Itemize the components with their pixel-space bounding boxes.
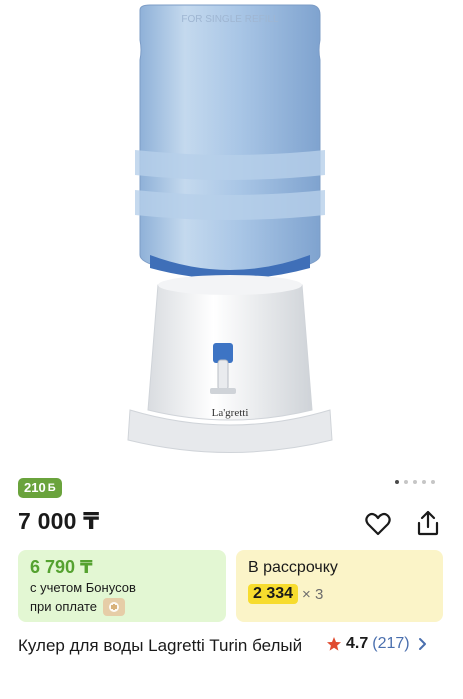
product-image[interactable]: FOR SINGLE REFILL La'gretti [0,0,463,470]
gallery-dot [431,480,435,484]
bonus-currency: Б [47,482,56,494]
favorite-button[interactable] [364,511,392,537]
rating-value: 4.7 [346,635,369,652]
bonus-note-line1: с учетом Бонусов [30,580,136,595]
star-icon [327,637,341,651]
installment-multiplier: × 3 [302,585,324,603]
rating-link[interactable]: 4.7 (217) [326,635,428,653]
product-price: 7 000 ₸ [18,508,100,534]
bonus-note-line2: при оплате [30,599,97,614]
share-button[interactable] [414,509,442,537]
brand-logo: La'gretti [212,407,249,419]
product-title: Кулер для воды Lagretti Turin белый [18,636,303,655]
water-cooler-illustration: FOR SINGLE REFILL La'gretti [127,4,333,453]
bonus-price-card[interactable]: 6 790 ₸ с учетом Бонусов при оплате [18,550,226,622]
gallery-dot [404,480,408,484]
gallery-pagination [395,480,435,484]
bonus-badge: 210 Б [18,478,62,498]
reviews-count: (217) [372,635,410,652]
bonus-badge-value: 210 [24,480,46,495]
installment-card[interactable]: В рассрочку 2 334 × 3 [236,550,443,622]
gallery-dot-active [395,480,399,484]
wallet-icon [102,597,125,616]
heart-icon [365,512,391,536]
installment-title: В рассрочку [248,559,338,576]
gallery-dot [413,480,417,484]
bottle-embossed-text: FOR SINGLE REFILL [181,14,279,25]
chevron-right-icon [418,638,426,650]
gallery-dot [422,480,426,484]
installment-monthly: 2 334 [248,584,299,604]
bonus-price: 6 790 ₸ [30,557,93,577]
share-icon [417,510,439,536]
